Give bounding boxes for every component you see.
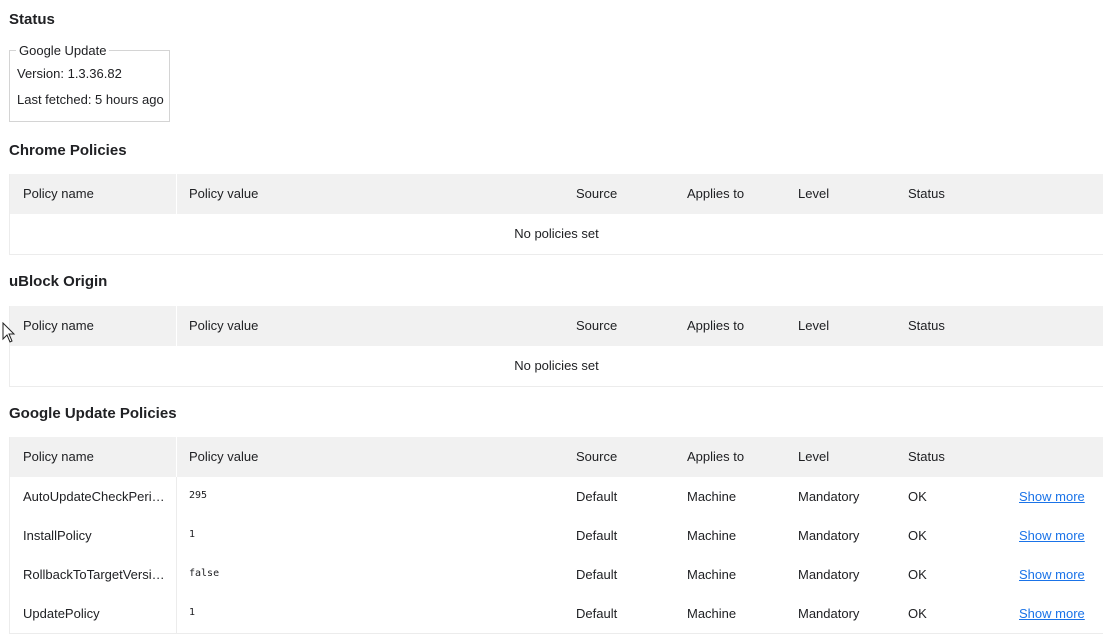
column-divider bbox=[176, 477, 177, 516]
status-cell: OK bbox=[908, 489, 927, 504]
column-divider bbox=[176, 594, 177, 633]
table-bottom-border bbox=[10, 633, 1103, 634]
header-policy-value[interactable]: Policy value bbox=[189, 174, 258, 214]
header-applies-to[interactable]: Applies to bbox=[687, 174, 744, 214]
applies-to-cell: Machine bbox=[687, 567, 737, 582]
policy-value-cell: 1 bbox=[189, 529, 196, 540]
applies-to-cell: Machine bbox=[687, 528, 737, 543]
ublock-origin-title: uBlock Origin bbox=[9, 273, 108, 290]
source-cell: Default bbox=[576, 489, 618, 504]
show-more-link[interactable]: Show more bbox=[1019, 477, 1085, 517]
last-fetched-text: Last fetched: 5 hours ago bbox=[17, 92, 164, 107]
header-level[interactable]: Level bbox=[798, 306, 829, 346]
policy-name-cell: UpdatePolicy bbox=[23, 606, 100, 621]
table-header: Policy name Policy value Source Applies … bbox=[10, 437, 1103, 477]
header-policy-name[interactable]: Policy name bbox=[23, 437, 94, 477]
table-row: UpdatePolicy 1 Default Machine Mandatory… bbox=[10, 594, 1103, 633]
source-cell: Default bbox=[576, 606, 618, 621]
policy-value-cell: false bbox=[189, 568, 220, 579]
chrome-policies-title: Chrome Policies bbox=[9, 142, 127, 159]
header-source[interactable]: Source bbox=[576, 437, 617, 477]
show-more-link[interactable]: Show more bbox=[1019, 555, 1085, 595]
status-cell: OK bbox=[908, 528, 927, 543]
table-row: RollbackToTargetVersi… false Default Mac… bbox=[10, 555, 1103, 594]
header-status[interactable]: Status bbox=[908, 306, 945, 346]
level-cell: Mandatory bbox=[798, 528, 860, 543]
source-cell: Default bbox=[576, 528, 618, 543]
show-more-link[interactable]: Show more bbox=[1019, 516, 1085, 556]
table-header: Policy name Policy value Source Applies … bbox=[10, 174, 1103, 214]
column-divider bbox=[176, 516, 177, 555]
policy-value-cell: 1 bbox=[189, 607, 196, 618]
header-policy-value[interactable]: Policy value bbox=[189, 306, 258, 346]
header-policy-name[interactable]: Policy name bbox=[23, 306, 94, 346]
header-source[interactable]: Source bbox=[576, 174, 617, 214]
chrome-policies-table: Policy name Policy value Source Applies … bbox=[9, 174, 1103, 255]
column-divider bbox=[176, 555, 177, 594]
show-more-link[interactable]: Show more bbox=[1019, 594, 1085, 634]
table-row: AutoUpdateCheckPeri… 295 Default Machine… bbox=[10, 477, 1103, 516]
header-policy-value[interactable]: Policy value bbox=[189, 437, 258, 477]
header-applies-to[interactable]: Applies to bbox=[687, 306, 744, 346]
applies-to-cell: Machine bbox=[687, 489, 737, 504]
applies-to-cell: Machine bbox=[687, 606, 737, 621]
no-policies-text: No policies set bbox=[10, 214, 1103, 255]
header-level[interactable]: Level bbox=[798, 174, 829, 214]
table-header: Policy name Policy value Source Applies … bbox=[10, 306, 1103, 346]
status-cell: OK bbox=[908, 606, 927, 621]
header-source[interactable]: Source bbox=[576, 306, 617, 346]
version-text: Version: 1.3.36.82 bbox=[17, 66, 122, 81]
header-policy-name[interactable]: Policy name bbox=[23, 174, 94, 214]
mouse-pointer-icon bbox=[2, 322, 16, 343]
header-status[interactable]: Status bbox=[908, 437, 945, 477]
google-update-status-box: Google Update Version: 1.3.36.82 Last fe… bbox=[9, 43, 170, 122]
policy-value-cell: 295 bbox=[189, 490, 208, 501]
google-update-policies-table: Policy name Policy value Source Applies … bbox=[9, 437, 1103, 634]
status-cell: OK bbox=[908, 567, 927, 582]
no-policies-text: No policies set bbox=[10, 346, 1103, 387]
level-cell: Mandatory bbox=[798, 567, 860, 582]
status-section-title: Status bbox=[9, 11, 55, 28]
header-divider bbox=[176, 437, 177, 477]
policy-name-cell: AutoUpdateCheckPeri… bbox=[23, 489, 165, 504]
policy-name-cell: RollbackToTargetVersi… bbox=[23, 567, 165, 582]
google-update-policies-title: Google Update Policies bbox=[9, 405, 177, 422]
header-status[interactable]: Status bbox=[908, 174, 945, 214]
policy-name-cell: InstallPolicy bbox=[23, 528, 92, 543]
status-box-legend: Google Update bbox=[16, 43, 110, 58]
header-level[interactable]: Level bbox=[798, 437, 829, 477]
header-divider bbox=[176, 174, 177, 214]
header-divider bbox=[176, 306, 177, 346]
table-row: InstallPolicy 1 Default Machine Mandator… bbox=[10, 516, 1103, 555]
ublock-policies-table: Policy name Policy value Source Applies … bbox=[9, 306, 1103, 387]
header-applies-to[interactable]: Applies to bbox=[687, 437, 744, 477]
level-cell: Mandatory bbox=[798, 489, 860, 504]
source-cell: Default bbox=[576, 567, 618, 582]
level-cell: Mandatory bbox=[798, 606, 860, 621]
